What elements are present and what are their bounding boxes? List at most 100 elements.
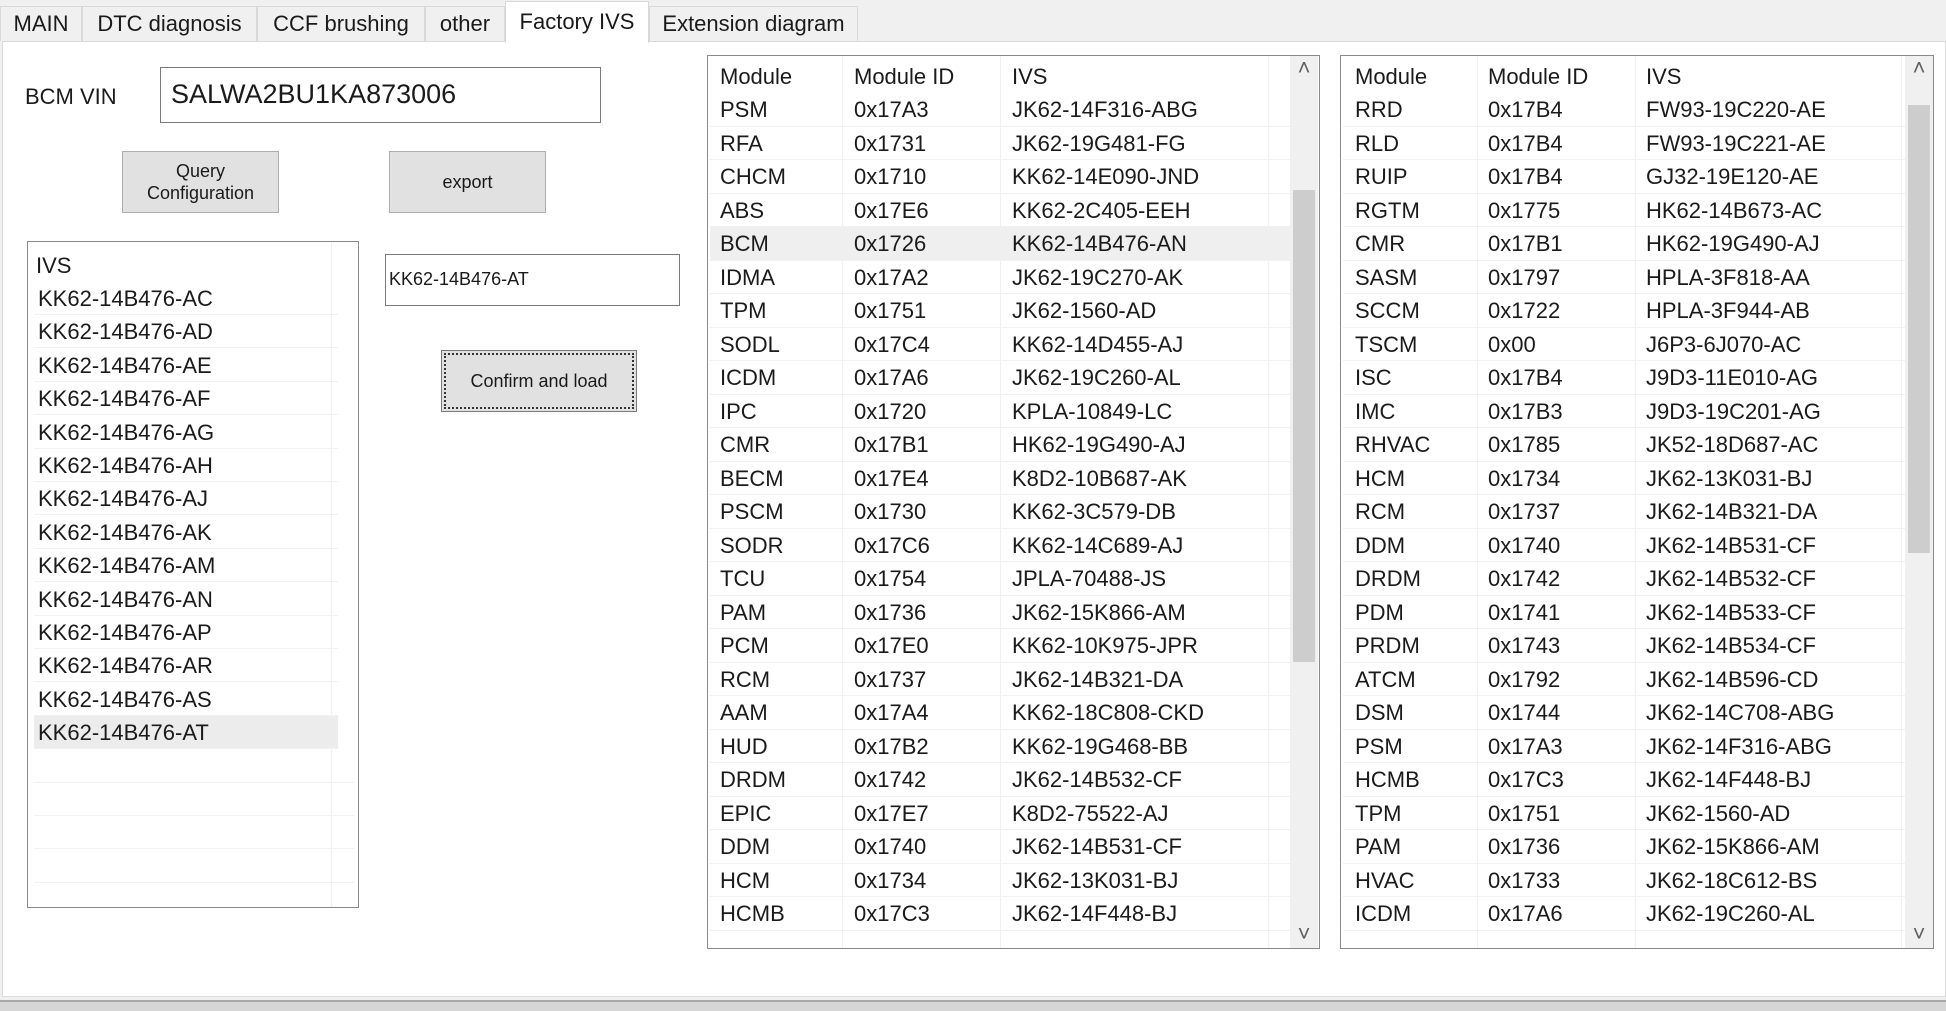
- right-table-row[interactable]: PRDM 0x1743 JK62-14B534-CF: [1343, 629, 1905, 663]
- right-table-row[interactable]: ISC 0x17B4 J9D3-11E010-AG: [1343, 361, 1905, 395]
- right-table-row[interactable]: RLD 0x17B4 FW93-19C221-AE: [1343, 127, 1905, 160]
- left-table-row[interactable]: RCM 0x1737 JK62-14B321-DA: [710, 663, 1290, 696]
- left-table-row[interactable]: RFA 0x1731 JK62-19G481-FG: [710, 127, 1290, 160]
- column-header-module[interactable]: Module: [720, 60, 792, 94]
- left-table-row[interactable]: TPM 0x1751 JK62-1560-AD: [710, 294, 1290, 328]
- left-table-row[interactable]: BCM 0x1726 KK62-14B476-AN: [710, 227, 1290, 261]
- right-table-row[interactable]: TSCM 0x00 J6P3-6J070-AC: [1343, 328, 1905, 361]
- ivs-listbox[interactable]: IVS KK62-14B476-AC KK62-14B476-AD KK62-14B…: [27, 241, 359, 908]
- left-table-row[interactable]: EPIC 0x17E7 K8D2-75522-AJ: [710, 797, 1290, 830]
- left-table-row[interactable]: SODR 0x17C6 KK62-14C689-AJ: [710, 529, 1290, 562]
- left-table-row[interactable]: HCM 0x1734 JK62-13K031-BJ: [710, 864, 1290, 897]
- right-table-row[interactable]: ATCM 0x1792 JK62-14B596-CD: [1343, 663, 1905, 696]
- chevron-up-icon[interactable]: ˄: [1290, 56, 1318, 80]
- left-table-row[interactable]: DDM 0x1740 JK62-14B531-CF: [710, 830, 1290, 864]
- ivs-list-item[interactable]: KK62-14B476-AH: [34, 449, 338, 482]
- right-table-row[interactable]: RGTM 0x1775 HK62-14B673-AC: [1343, 194, 1905, 227]
- tab-main[interactable]: MAIN: [0, 6, 82, 41]
- ivs-list-item[interactable]: KK62-14B476-AF: [34, 382, 338, 416]
- module-table-right[interactable]: Module Module ID IVS RRD 0x17B4 FW93-19C220-A…: [1340, 55, 1934, 949]
- ivs-list-item[interactable]: KK62-14B476-AG: [34, 416, 338, 449]
- right-table-row[interactable]: PAM 0x1736 JK62-15K866-AM: [1343, 830, 1905, 864]
- ivs-list-item[interactable]: KK62-14B476-AS: [34, 683, 338, 716]
- right-table-row[interactable]: RCM 0x1737 JK62-14B321-DA: [1343, 495, 1905, 529]
- export-button[interactable]: export: [389, 151, 546, 213]
- right-table-row[interactable]: IMC 0x17B3 J9D3-19C201-AG: [1343, 395, 1905, 428]
- chevron-up-icon[interactable]: ˄: [1905, 56, 1933, 80]
- ivs-list-item[interactable]: KK62-14B476-AP: [34, 616, 338, 649]
- left-table-row-partial[interactable]: [710, 931, 1290, 949]
- left-table-row[interactable]: PCM 0x17E0 KK62-10K975-JPR: [710, 629, 1290, 663]
- ivs-list-item[interactable]: KK62-14B476-AN: [34, 583, 338, 616]
- right-table-row[interactable]: RRD 0x17B4 FW93-19C220-AE: [1343, 93, 1905, 127]
- right-table-row[interactable]: DDM 0x1740 JK62-14B531-CF: [1343, 529, 1905, 562]
- right-table-row[interactable]: DRDM 0x1742 JK62-14B532-CF: [1343, 562, 1905, 596]
- left-table-row[interactable]: AAM 0x17A4 KK62-18C808-CKD: [710, 696, 1290, 730]
- query-configuration-button[interactable]: Query Configuration: [122, 151, 279, 213]
- left-table-row[interactable]: HUD 0x17B2 KK62-19G468-BB: [710, 730, 1290, 763]
- ivs-list-item[interactable]: KK62-14B476-AR: [34, 649, 338, 683]
- ivs-list-item[interactable]: KK62-14B476-AK: [34, 516, 338, 549]
- ivs-list-item[interactable]: KK62-14B476-AJ: [34, 482, 338, 516]
- right-table-row[interactable]: SASM 0x1797 HPLA-3F818-AA: [1343, 261, 1905, 294]
- left-table-row[interactable]: IDMA 0x17A2 JK62-19C270-AK: [710, 261, 1290, 294]
- ivs-list-item[interactable]: KK62-14B476-AC: [34, 282, 338, 315]
- left-table-row[interactable]: PSCM 0x1730 KK62-3C579-DB: [710, 495, 1290, 529]
- tab-ccf-brushing[interactable]: CCF brushing: [257, 6, 425, 41]
- right-table-row-partial[interactable]: [1343, 931, 1905, 949]
- left-table-row[interactable]: IPC 0x1720 KPLA-10849-LC: [710, 395, 1290, 428]
- ivs-list-item[interactable]: KK62-14B476-AM: [34, 549, 338, 583]
- column-header-module[interactable]: Module: [1355, 60, 1427, 94]
- tab-other[interactable]: other: [425, 6, 505, 41]
- chevron-down-icon[interactable]: ˅: [1905, 922, 1933, 946]
- left-table-row[interactable]: PAM 0x1736 JK62-15K866-AM: [710, 596, 1290, 629]
- right-table-row[interactable]: RHVAC 0x1785 JK52-18D687-AC: [1343, 428, 1905, 462]
- column-header-module-id[interactable]: Module ID: [1488, 60, 1588, 94]
- left-table-row[interactable]: TCU 0x1754 JPLA-70488-JS: [710, 562, 1290, 596]
- bcm-vin-input[interactable]: SALWA2BU1KA873006: [160, 67, 601, 123]
- vertical-scrollbar[interactable]: ˄ ˅: [1290, 56, 1318, 948]
- left-table-row[interactable]: ABS 0x17E6 KK62-2C405-EEH: [710, 194, 1290, 227]
- right-table-row[interactable]: CMR 0x17B1 HK62-19G490-AJ: [1343, 227, 1905, 261]
- scrollbar-thumb[interactable]: [1293, 189, 1315, 663]
- right-table-row[interactable]: HVAC 0x1733 JK62-18C612-BS: [1343, 864, 1905, 897]
- right-table-row[interactable]: ICDM 0x17A6 JK62-19C260-AL: [1343, 897, 1905, 931]
- module-name-cell: HCM: [1355, 465, 1406, 491]
- right-table-row[interactable]: HCMB 0x17C3 JK62-14F448-BJ: [1343, 763, 1905, 797]
- column-header-module-id[interactable]: Module ID: [854, 60, 954, 94]
- ivs-cell: JK62-15K866-AM: [1012, 599, 1186, 625]
- tab-extension-diagram[interactable]: Extension diagram: [649, 6, 858, 41]
- right-table-row[interactable]: DSM 0x1744 JK62-14C708-ABG: [1343, 696, 1905, 730]
- left-table-row[interactable]: SODL 0x17C4 KK62-14D455-AJ: [710, 328, 1290, 361]
- module-id-cell: 0x1743: [1488, 633, 1561, 658]
- tab-dtc-diagnosis[interactable]: DTC diagnosis: [82, 6, 257, 41]
- right-table-row[interactable]: HCM 0x1734 JK62-13K031-BJ: [1343, 462, 1905, 495]
- left-table-row[interactable]: ICDM 0x17A6 JK62-19C260-AL: [710, 361, 1290, 395]
- ivs-cell: JK62-14B321-DA: [1646, 499, 1818, 524]
- left-table-row[interactable]: CMR 0x17B1 HK62-19G490-AJ: [710, 428, 1290, 462]
- module-table-left[interactable]: Module Module ID IVS PSM 0x17A3 JK62-14F316-A…: [707, 55, 1320, 949]
- chevron-down-icon[interactable]: ˅: [1290, 922, 1318, 946]
- tab-factory-ivs[interactable]: Factory IVS: [505, 1, 649, 43]
- column-header-ivs[interactable]: IVS: [1012, 60, 1047, 94]
- left-table-row[interactable]: CHCM 0x1710 KK62-14E090-JND: [710, 160, 1290, 194]
- ivs-list-item[interactable]: KK62-14B476-AT: [34, 716, 338, 750]
- left-table-row[interactable]: BECM 0x17E4 K8D2-10B687-AK: [710, 462, 1290, 495]
- right-table-row[interactable]: TPM 0x1751 JK62-1560-AD: [1343, 797, 1905, 830]
- ivs-cell: JK62-14F448-BJ: [1012, 901, 1178, 926]
- ivs-list-item[interactable]: KK62-14B476-AD: [34, 315, 338, 349]
- confirm-and-load-button[interactable]: Confirm and load: [441, 350, 637, 412]
- left-table-row[interactable]: PSM 0x17A3 JK62-14F316-ABG: [710, 93, 1290, 127]
- ivs-list-item[interactable]: KK62-14B476-AE: [34, 349, 338, 382]
- column-header-ivs[interactable]: IVS: [1646, 60, 1681, 94]
- scrollbar-thumb[interactable]: [1908, 105, 1930, 553]
- right-table-row[interactable]: SCCM 0x1722 HPLA-3F944-AB: [1343, 294, 1905, 328]
- right-table-row[interactable]: RUIP 0x17B4 GJ32-19E120-AE: [1343, 160, 1905, 194]
- ivs-list-header: IVS: [36, 253, 72, 278]
- vertical-scrollbar[interactable]: ˄ ˅: [1905, 56, 1933, 948]
- left-table-row[interactable]: HCMB 0x17C3 JK62-14F448-BJ: [710, 897, 1290, 931]
- left-table-row[interactable]: DRDM 0x1742 JK62-14B532-CF: [710, 763, 1290, 797]
- right-table-row[interactable]: PSM 0x17A3 JK62-14F316-ABG: [1343, 730, 1905, 763]
- right-table-row[interactable]: PDM 0x1741 JK62-14B533-CF: [1343, 596, 1905, 629]
- ivs-input[interactable]: KK62-14B476-AT: [385, 254, 680, 306]
